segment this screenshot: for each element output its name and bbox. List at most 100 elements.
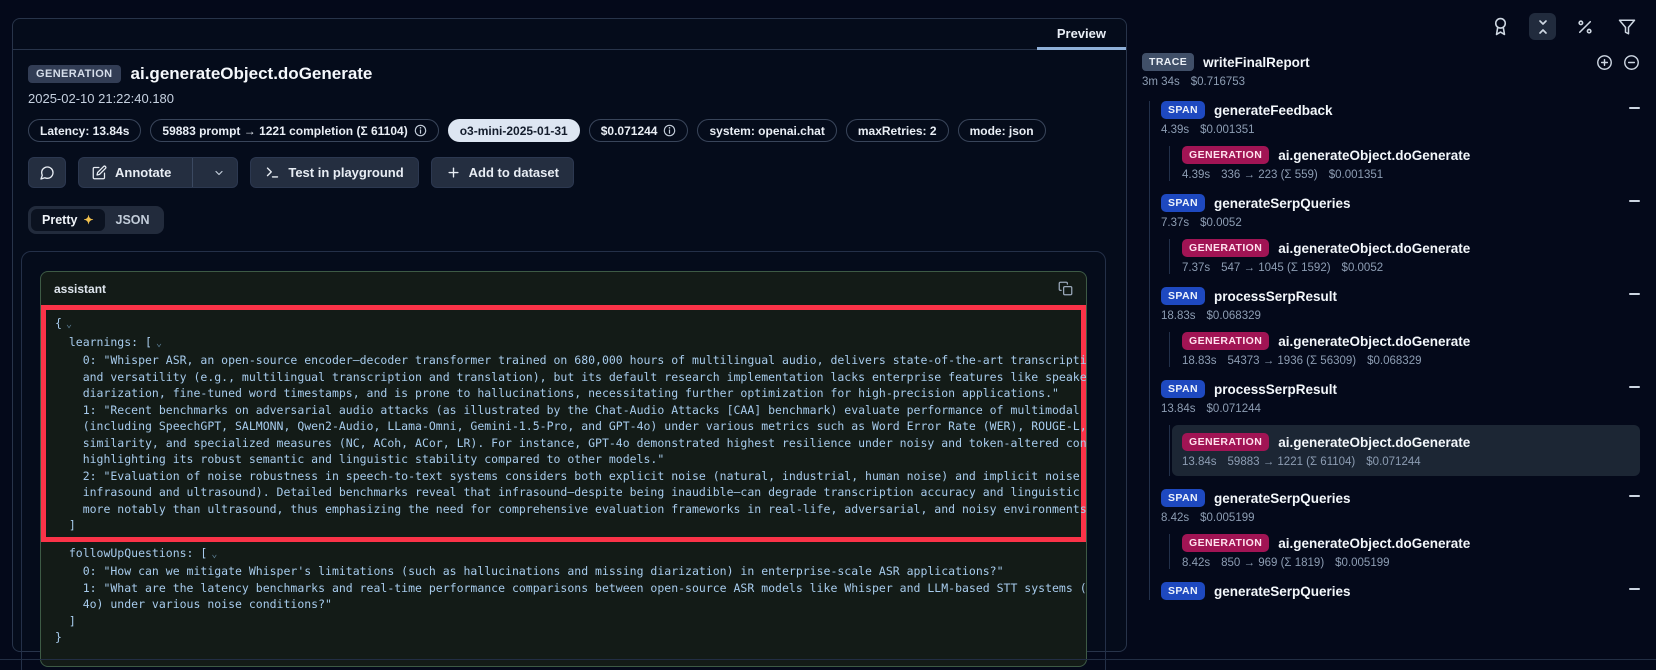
generation-row[interactable]: GENERATIONai.generateObject.doGenerate18… [1182, 332, 1640, 367]
observation-type-badge: GENERATION [28, 65, 121, 83]
span-badge: SPAN [1161, 194, 1205, 212]
span-cost: $0.0052 [1200, 217, 1242, 229]
info-icon[interactable] [663, 124, 676, 137]
span-group: SPANprocessSerpResult 18.83s$0.068329 GENE… [1161, 287, 1640, 367]
annotate-dropdown-button[interactable] [201, 158, 237, 187]
tab-json[interactable]: JSON [105, 209, 161, 231]
generation-title-row[interactable]: GENERATIONai.generateObject.doGenerate [1182, 332, 1640, 350]
collapse-chevron-icon[interactable]: ⌄ [156, 338, 162, 349]
generation-row[interactable]: GENERATIONai.generateObject.doGenerate13… [1172, 425, 1640, 476]
observation-timestamp: 2025-02-10 21:22:40.180 [28, 91, 1111, 106]
span-metrics: 4.39s$0.001351 [1161, 124, 1640, 136]
collapse-minus-icon[interactable] [1629, 386, 1640, 388]
generation-name: ai.generateObject.doGenerate [1278, 536, 1470, 551]
trace-metrics: 3m 34s $0.716753 [1142, 76, 1640, 88]
add-to-dataset-button[interactable]: Add to dataset [431, 157, 574, 188]
code-line: similarity, and specialized measures (NC… [55, 435, 1072, 452]
span-duration: 13.84s [1161, 403, 1196, 415]
span-children: GENERATION ai.generateObject.doGenerate 7.… [1169, 239, 1640, 274]
test-in-playground-button[interactable]: Test in playground [250, 157, 418, 188]
red-annotation-box: {⌄ learnings: [⌄ 0: "Whisper ASR, an ope… [41, 305, 1086, 542]
span-badge: SPAN [1161, 101, 1205, 119]
trace-badge: TRACE [1142, 53, 1194, 71]
generation-name: ai.generateObject.doGenerate [1278, 241, 1470, 256]
generation-tokens: 59883 → 1221 (Σ 61104) [1228, 456, 1356, 468]
code-line: highlighting its robust semantic and lin… [55, 451, 1072, 468]
comment-button[interactable] [28, 157, 66, 188]
generation-metrics: 4.39s336 → 223 (Σ 559)$0.001351 [1182, 169, 1640, 181]
span-metrics: 18.83s$0.068329 [1161, 310, 1640, 322]
code-line: 1: "Recent benchmarks on adversarial aud… [55, 402, 1072, 419]
collapse-minus-icon[interactable] [1629, 588, 1640, 590]
span-children: GENERATIONai.generateObject.doGenerate13… [1169, 425, 1640, 476]
generation-name: ai.generateObject.doGenerate [1278, 435, 1470, 450]
trace-root-row[interactable]: TRACE writeFinalReport [1142, 53, 1640, 71]
span-row[interactable]: SPANprocessSerpResult [1161, 287, 1640, 305]
code-line: 4o) under various noise conditions?" [55, 596, 1072, 613]
span-duration: 4.39s [1161, 124, 1189, 136]
span-cost: $0.071244 [1207, 403, 1261, 415]
generation-badge: GENERATION [1182, 534, 1269, 552]
percent-metrics-button[interactable] [1571, 13, 1598, 40]
span-badge: SPAN [1161, 489, 1205, 507]
generation-row[interactable]: GENERATION ai.generateObject.doGenerate 7.… [1182, 239, 1640, 274]
span-row[interactable]: SPANprocessSerpResult [1161, 380, 1640, 398]
collapse-minus-icon[interactable] [1629, 107, 1640, 109]
collapse-minus-icon[interactable] [1629, 200, 1640, 202]
code-line: more notably than ultrasound, thus empha… [55, 501, 1072, 518]
observation-detail-panel: Preview GENERATION ai.generateObject.doG… [12, 18, 1127, 652]
code-line: 0: "How can we mitigate Whisper's limita… [55, 563, 1072, 580]
copy-icon[interactable] [1058, 281, 1073, 296]
generation-row[interactable]: GENERATIONai.generateObject.doGenerate8.… [1182, 534, 1640, 569]
generation-cost: $0.068329 [1367, 355, 1421, 367]
generation-title-row[interactable]: GENERATIONai.generateObject.doGenerate [1182, 146, 1640, 164]
generation-badge: GENERATION [1182, 146, 1269, 164]
annotation-queue-button[interactable] [1487, 13, 1514, 40]
span-row[interactable]: SPANgenerateSerpQueries [1161, 194, 1640, 212]
generation-badge: GENERATION [1182, 239, 1269, 257]
span-row[interactable]: SPANgenerateFeedback [1161, 101, 1640, 119]
annotate-button[interactable]: Annotate [79, 158, 184, 187]
pill-label: o3-mini-2025-01-31 [460, 124, 568, 138]
code-line: {⌄ [55, 315, 1072, 334]
generation-badge: GENERATION [1182, 433, 1269, 451]
collapse-chevron-icon[interactable]: ⌄ [211, 549, 217, 560]
circle-minus-icon[interactable] [1623, 54, 1640, 71]
chevron-down-icon [213, 167, 225, 179]
span-duration: 7.37s [1161, 217, 1189, 229]
generation-name: ai.generateObject.doGenerate [1278, 334, 1470, 349]
tab-preview[interactable]: Preview [1037, 19, 1126, 50]
span-row[interactable]: SPAN generateSerpQueries [1161, 489, 1640, 507]
code-line: infrasound and ultrasound). Detailed ben… [55, 484, 1072, 501]
collapse-chevron-icon[interactable]: ⌄ [66, 319, 72, 330]
span-name: generateSerpQueries [1214, 491, 1351, 506]
generation-tokens: 547 → 1045 (Σ 1592) [1221, 262, 1330, 274]
filter-button[interactable] [1613, 13, 1640, 40]
info-icon[interactable] [414, 124, 427, 137]
code-line: ] [55, 517, 1072, 534]
collapse-minus-icon[interactable] [1629, 293, 1640, 295]
span-row[interactable]: SPANgenerateSerpQueries [1161, 582, 1640, 600]
metadata-pill: o3-mini-2025-01-31 [448, 119, 580, 142]
code-line: (including SpeechGPT, SALMONN, Qwen2-Aud… [55, 418, 1072, 435]
code-line: learnings: [⌄ [55, 334, 1072, 353]
span-children: GENERATIONai.generateObject.doGenerate8.… [1169, 534, 1640, 569]
generation-duration: 4.39s [1182, 169, 1210, 181]
generation-metrics: 7.37s547 → 1045 (Σ 1592)$0.0052 [1182, 262, 1640, 274]
chat-bubble-icon [39, 165, 55, 181]
collapse-all-button[interactable] [1529, 13, 1556, 40]
generation-title-row[interactable]: GENERATION ai.generateObject.doGenerate [1182, 239, 1640, 257]
annotate-button-group: Annotate [78, 157, 238, 188]
code-line: and versatility (e.g., multilingual tran… [55, 369, 1072, 386]
message-role-label: assistant [54, 282, 106, 296]
metadata-pills: Latency: 13.84s59883 prompt → 1221 compl… [28, 119, 1111, 142]
generation-title-row[interactable]: GENERATION ai.generateObject.doGenerate [1182, 433, 1630, 451]
generation-row[interactable]: GENERATIONai.generateObject.doGenerate 4.… [1182, 146, 1640, 181]
collapse-minus-icon[interactable] [1629, 495, 1640, 497]
tab-pretty[interactable]: Pretty ✦ [31, 209, 105, 231]
button-divider [192, 158, 193, 187]
circle-plus-icon[interactable] [1596, 54, 1613, 71]
generation-duration: 7.37s [1182, 262, 1210, 274]
generation-title-row[interactable]: GENERATION ai.generateObject.doGenerate [1182, 534, 1640, 552]
generation-tokens: 336 → 223 (Σ 559) [1221, 169, 1318, 181]
